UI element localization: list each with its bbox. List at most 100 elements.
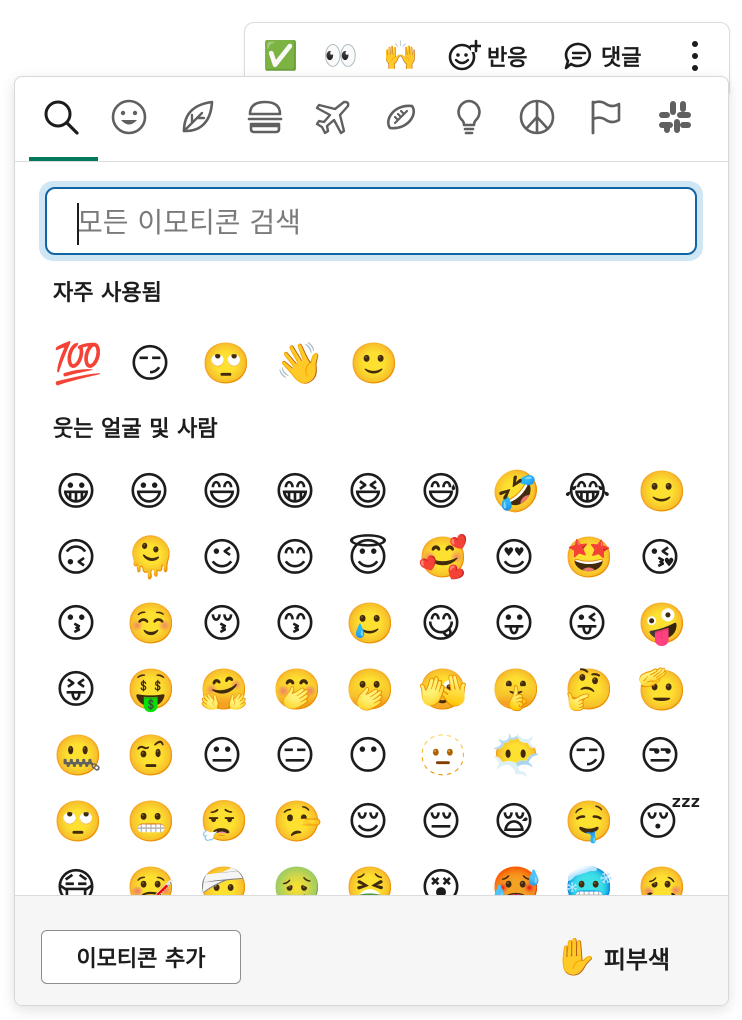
emoji-cell[interactable]: 😄 [199,459,272,525]
emoji-cell[interactable]: 🤨 [126,723,199,789]
search-input[interactable] [75,201,679,243]
emoji-cell[interactable]: 😂 [564,459,637,525]
emoji-cell[interactable]: 🤤 [564,789,637,855]
emoji-glyph: 😅 [420,469,462,515]
emoji-cell[interactable]: 🤐 [53,723,126,789]
reply-button[interactable]: 댓글 [563,39,641,73]
emoji-cell[interactable]: 😒 [637,723,710,789]
emoji-cell[interactable]: 😏 [564,723,637,789]
emoji-cell[interactable]: 😴 [637,789,710,855]
emoji-glyph: 👋 [275,341,325,387]
add-emoji-button[interactable]: 이모티콘 추가 [41,930,241,984]
emoji-cell[interactable]: 🫡 [637,657,710,723]
emoji-cell[interactable]: 🫢 [345,657,418,723]
more-vertical-icon[interactable] [691,41,699,77]
tab-custom[interactable] [653,95,697,139]
emoji-cell[interactable]: 🤩 [564,525,637,591]
emoji-glyph: 🤢 [272,865,322,895]
emoji-cell[interactable]: 😌 [345,789,418,855]
emoji-cell[interactable]: 😷 [53,855,126,895]
emoji-cell[interactable]: 🙄 [201,331,275,397]
emoji-cell[interactable]: 🫣 [418,657,491,723]
emoji-glyph: 😏 [129,341,171,387]
tab-food[interactable] [243,95,287,139]
emoji-cell[interactable]: 😛 [491,591,564,657]
emoji-cell[interactable]: 🥵 [491,855,564,895]
emoji-cell[interactable]: 😬 [126,789,199,855]
emoji-glyph: 😍 [493,535,535,581]
emoji-cell[interactable]: 😘 [637,525,710,591]
emoji-cell[interactable]: 🥶 [564,855,637,895]
emoji-cell[interactable]: 😅 [418,459,491,525]
quick-reaction-check[interactable]: ✅ [263,39,298,73]
emoji-cell[interactable]: 😊 [272,525,345,591]
emoji-cell[interactable]: 😚 [199,591,272,657]
emoji-cell[interactable]: 😗 [53,591,126,657]
emoji-cell[interactable]: 😁 [272,459,345,525]
emoji-cell[interactable]: 👋 [275,331,349,397]
tab-search[interactable] [39,95,83,139]
emoji-cell[interactable]: 😇 [345,525,418,591]
emoji-cell[interactable]: 😶‍🌫️ [491,723,564,789]
tab-nature[interactable] [175,95,219,139]
emoji-cell[interactable]: 😔 [418,789,491,855]
emoji-cell[interactable]: 😪 [491,789,564,855]
emoji-cell[interactable]: 🥰 [418,525,491,591]
emoji-cell[interactable]: 🤔 [564,657,637,723]
emoji-cell[interactable]: 🥴 [637,855,710,895]
emoji-cell[interactable]: 😋 [418,591,491,657]
emoji-glyph: 🤫 [491,667,541,713]
picker-footer: 이모티콘 추가 ✋ 피부색 [15,895,728,1005]
quick-reaction-raised-hands[interactable]: 🙌 [383,39,418,73]
tab-travel[interactable] [311,95,355,139]
emoji-cell[interactable]: 🫠 [126,525,199,591]
emoji-cell[interactable]: 🤒 [126,855,199,895]
emoji-cell[interactable]: 🤢 [272,855,345,895]
emoji-cell[interactable]: 😆 [345,459,418,525]
emoji-cell[interactable]: 😶 [345,723,418,789]
tab-smileys[interactable] [107,95,151,139]
emoji-cell[interactable]: 😝 [53,657,126,723]
emoji-cell[interactable]: 🥲 [345,591,418,657]
skin-tone-label: 피부색 [603,945,671,974]
emoji-cell[interactable]: 🤗 [199,657,272,723]
emoji-cell[interactable]: 🫥 [418,723,491,789]
emoji-cell[interactable]: 🤣 [491,459,564,525]
emoji-cell[interactable]: ☺️ [126,591,199,657]
smileys-emoji-grid: 😀 😃 😄 😁 😆 😅 🤣 😂 🙂 🙃 🫠 😉 😊 😇 🥰 😍 🤩 😘 😗 ☺️ 😚 😙 🥲 😋 😛 😜 🤪 😝 🤑 🤗 🤭 🫢 🫣 🤫 🤔 🫡 🤐 🤨 😐… [53,459,710,895]
tab-flags[interactable] [583,95,627,139]
emoji-cell[interactable]: 😑 [272,723,345,789]
emoji-cell[interactable]: 🤮 [345,855,418,895]
emoji-cell[interactable]: 🤑 [126,657,199,723]
emoji-cell[interactable]: 💯 [53,331,127,397]
tab-symbols[interactable] [515,95,559,139]
emoji-cell[interactable]: 😵 [418,855,491,895]
tab-objects[interactable] [447,95,491,139]
emoji-cell[interactable]: 🤪 [637,591,710,657]
tab-activities[interactable] [379,95,423,139]
emoji-cell[interactable]: 😉 [199,525,272,591]
emoji-glyph: 😄 [201,469,243,515]
emoji-cell[interactable]: 🤭 [272,657,345,723]
emoji-cell[interactable]: 😍 [491,525,564,591]
emoji-cell[interactable]: 🙄 [53,789,126,855]
emoji-cell[interactable]: 🙂 [349,331,423,397]
emoji-glyph: 🥴 [637,865,687,895]
emoji-cell[interactable]: 🤕 [199,855,272,895]
emoji-cell[interactable]: 😙 [272,591,345,657]
quick-reaction-eyes[interactable]: 👀 [323,39,358,73]
emoji-cell[interactable]: 😮‍💨 [199,789,272,855]
emoji-cell[interactable]: 😜 [564,591,637,657]
emoji-cell[interactable]: 😀 [53,459,126,525]
emoji-cell[interactable]: 😐 [199,723,272,789]
emoji-cell[interactable]: 🙃 [53,525,126,591]
emoji-scroll-area[interactable]: 자주 사용됨 💯 😏 🙄 👋 🙂 웃는 얼굴 및 사람 😀 😃 😄 😁 😆 😅 🤣 😂 🙂 🙃 🫠 😉 😊 😇 🥰 😍… [15,161,728,895]
add-reaction-button[interactable]: 반응 [447,39,527,73]
emoji-cell[interactable]: 🤫 [491,657,564,723]
skin-tone-button[interactable]: ✋ 피부색 [553,932,670,982]
emoji-cell[interactable]: 🤥 [272,789,345,855]
emoji-glyph: 🥰 [418,535,468,581]
emoji-cell[interactable]: 😏 [127,331,201,397]
emoji-cell[interactable]: 🙂 [637,459,710,525]
emoji-cell[interactable]: 😃 [126,459,199,525]
